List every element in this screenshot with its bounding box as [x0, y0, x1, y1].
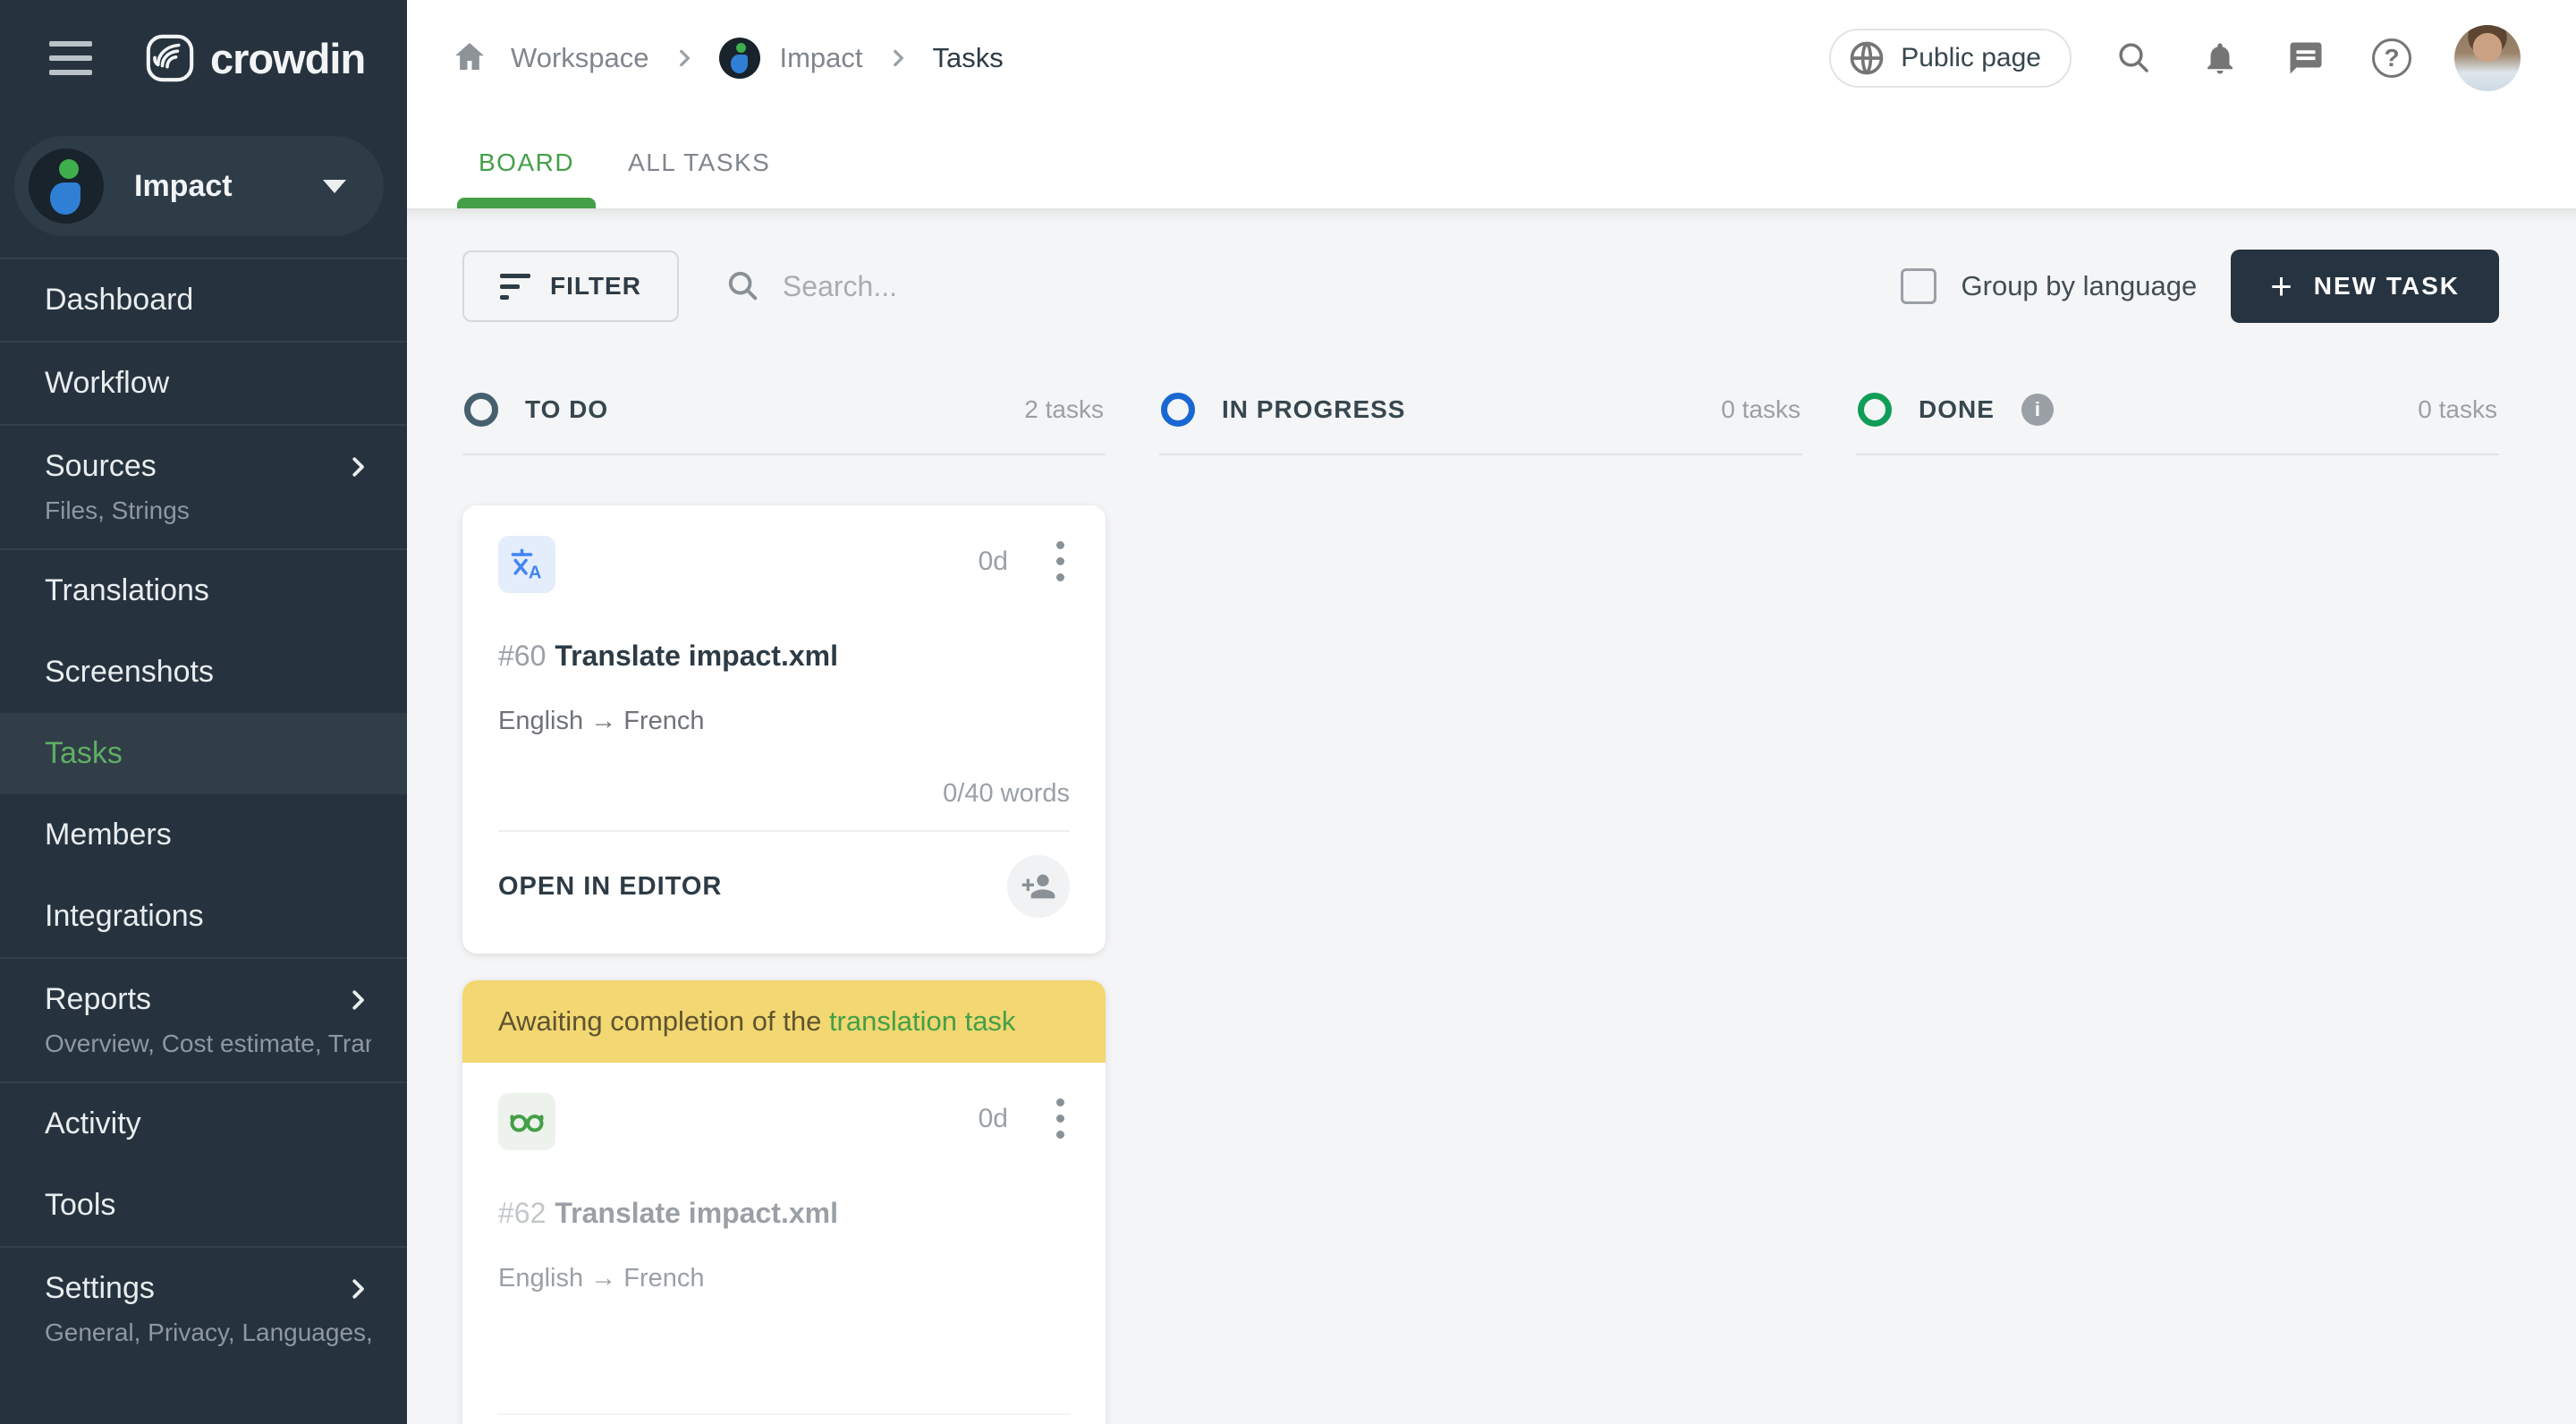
sidebar: crowdin Impact Dashboard Workflow Source…	[0, 0, 407, 1424]
active-tab-indicator	[457, 198, 597, 208]
chevron-down-icon	[323, 179, 346, 193]
open-in-editor-link[interactable]: OPEN IN EDITOR	[498, 872, 722, 902]
hamburger-menu-icon[interactable]	[49, 41, 92, 75]
breadcrumb-workspace[interactable]: Workspace	[511, 42, 649, 74]
topbar-actions: Public page ?	[1829, 25, 2521, 91]
chevron-right-icon	[679, 49, 690, 67]
column-done: DONE i 0 tasks	[1856, 393, 2499, 1424]
sidebar-item-workflow[interactable]: Workflow	[0, 341, 407, 424]
sidebar-item-subtitle: Files, Strings	[45, 496, 190, 524]
column-header: IN PROGRESS 0 tasks	[1159, 393, 1802, 455]
task-count: 0 tasks	[1721, 395, 1801, 423]
card-title: #62 Translate impact.xml	[498, 1197, 838, 1229]
filter-button[interactable]: FILTER	[462, 250, 679, 322]
sidebar-item-tasks[interactable]: Tasks	[0, 713, 407, 794]
tab-all-tasks[interactable]: ALL TASKS	[601, 116, 797, 208]
search-input[interactable]	[782, 269, 1319, 303]
project-avatar-small	[718, 38, 760, 79]
filter-icon	[500, 273, 530, 300]
chevron-right-icon	[352, 456, 364, 477]
task-count: 2 tasks	[1024, 395, 1104, 423]
notifications-bell-icon[interactable]	[2197, 35, 2243, 81]
info-icon[interactable]: i	[2021, 394, 2054, 426]
sidebar-header: crowdin	[0, 0, 407, 116]
task-count: 0 tasks	[2418, 395, 2497, 423]
card-menu-icon[interactable]	[1051, 536, 1070, 587]
group-by-language-toggle[interactable]: Group by language	[1900, 268, 2197, 304]
task-card-60[interactable]: A 0d #60 Translate impact.xml English → …	[462, 505, 1106, 954]
plus-icon: +	[2270, 265, 2292, 307]
breadcrumb-current: Tasks	[932, 42, 1004, 73]
main-area: Workspace Impact Tasks Public page ? BOA…	[407, 0, 2576, 1424]
task-card-62[interactable]: Awaiting completion of the translation t…	[462, 980, 1106, 1424]
crowdin-logo[interactable]: crowdin	[144, 32, 366, 84]
chevron-right-icon	[893, 49, 903, 67]
column-header: DONE i 0 tasks	[1856, 393, 2499, 455]
card-title: #60 Translate impact.xml	[498, 640, 838, 672]
globe-icon	[1850, 41, 1884, 75]
sidebar-item-reports[interactable]: Reports Overview, Cost estimate, Transl…	[0, 957, 407, 1081]
column-to-do: TO DO 2 tasks A 0d #60 Translate impact.…	[462, 393, 1106, 1424]
search-icon[interactable]	[2111, 35, 2157, 81]
project-name: Impact	[134, 168, 233, 203]
help-icon[interactable]: ?	[2368, 35, 2415, 81]
due-badge: 0d	[978, 546, 1008, 576]
app-root: crowdin Impact Dashboard Workflow Source…	[0, 0, 2576, 1424]
column-header: TO DO 2 tasks	[462, 393, 1106, 455]
board-toolbar: FILTER Group by language + NEW TASK	[462, 250, 2499, 323]
in-progress-status-icon	[1161, 393, 1195, 427]
project-avatar	[29, 148, 104, 224]
topbar: Workspace Impact Tasks Public page ?	[407, 0, 2576, 116]
sidebar-item-activity[interactable]: Activity	[0, 1081, 407, 1165]
sidebar-item-screenshots[interactable]: Screenshots	[0, 631, 407, 713]
done-status-icon	[1858, 393, 1892, 427]
proofread-task-icon	[498, 1093, 555, 1150]
project-selector[interactable]: Impact	[14, 136, 384, 236]
sidebar-item-members[interactable]: Members	[0, 794, 407, 876]
divider	[498, 830, 1070, 832]
column-cards: A 0d #60 Translate impact.xml English → …	[462, 455, 1106, 1424]
sidebar-item-translations[interactable]: Translations	[0, 548, 407, 631]
sidebar-item-subtitle: Overview, Cost estimate, Transl…	[45, 1030, 371, 1057]
tab-board[interactable]: BOARD	[452, 116, 601, 208]
sidebar-item-integrations[interactable]: Integrations	[0, 876, 407, 957]
chevron-right-icon	[352, 1278, 364, 1299]
tabs: BOARD ALL TASKS	[407, 116, 2576, 208]
task-board: FILTER Group by language + NEW TASK	[407, 208, 2576, 1424]
messages-icon[interactable]	[2283, 35, 2329, 81]
group-by-language-checkbox[interactable]	[1900, 268, 1936, 304]
crowdin-logo-icon	[146, 34, 194, 82]
translation-task-link[interactable]: translation task	[829, 1005, 1016, 1037]
breadcrumb: Workspace Impact Tasks	[452, 38, 1829, 79]
svg-text:A: A	[529, 564, 542, 583]
sidebar-item-tools[interactable]: Tools	[0, 1165, 407, 1246]
card-menu-icon[interactable]	[1051, 1093, 1070, 1144]
translate-task-icon: A	[498, 536, 555, 593]
due-badge: 0d	[978, 1103, 1008, 1133]
new-task-button[interactable]: + NEW TASK	[2231, 250, 2499, 323]
card-word-count: 0/40 words	[943, 779, 1070, 808]
search-icon	[728, 271, 758, 301]
divider	[498, 1413, 1070, 1415]
sidebar-item-subtitle: General, Privacy, Languages, Q…	[45, 1318, 371, 1346]
home-icon[interactable]	[452, 38, 487, 79]
column-in-progress: IN PROGRESS 0 tasks	[1159, 393, 1802, 1424]
person-add-icon	[1021, 874, 1055, 899]
chevron-right-icon	[352, 989, 364, 1010]
assign-user-button[interactable]	[1007, 855, 1070, 918]
awaiting-banner: Awaiting completion of the translation t…	[462, 980, 1106, 1063]
card-languages: English → French	[498, 1264, 705, 1293]
todo-status-icon	[464, 393, 498, 427]
sidebar-menu: Dashboard Workflow Sources Files, String…	[0, 258, 407, 1424]
public-page-button[interactable]: Public page	[1829, 29, 2072, 88]
user-avatar[interactable]	[2454, 25, 2521, 91]
breadcrumb-project[interactable]: Impact	[718, 38, 863, 79]
sidebar-item-settings[interactable]: Settings General, Privacy, Languages, Q…	[0, 1246, 407, 1370]
board-columns: TO DO 2 tasks A 0d #60 Translate impact.…	[462, 393, 2499, 1424]
sidebar-item-dashboard[interactable]: Dashboard	[0, 258, 407, 341]
crowdin-wordmark: crowdin	[210, 34, 366, 82]
search-bar	[725, 268, 1901, 304]
sidebar-item-sources[interactable]: Sources Files, Strings	[0, 424, 407, 548]
card-languages: English → French	[498, 707, 705, 735]
